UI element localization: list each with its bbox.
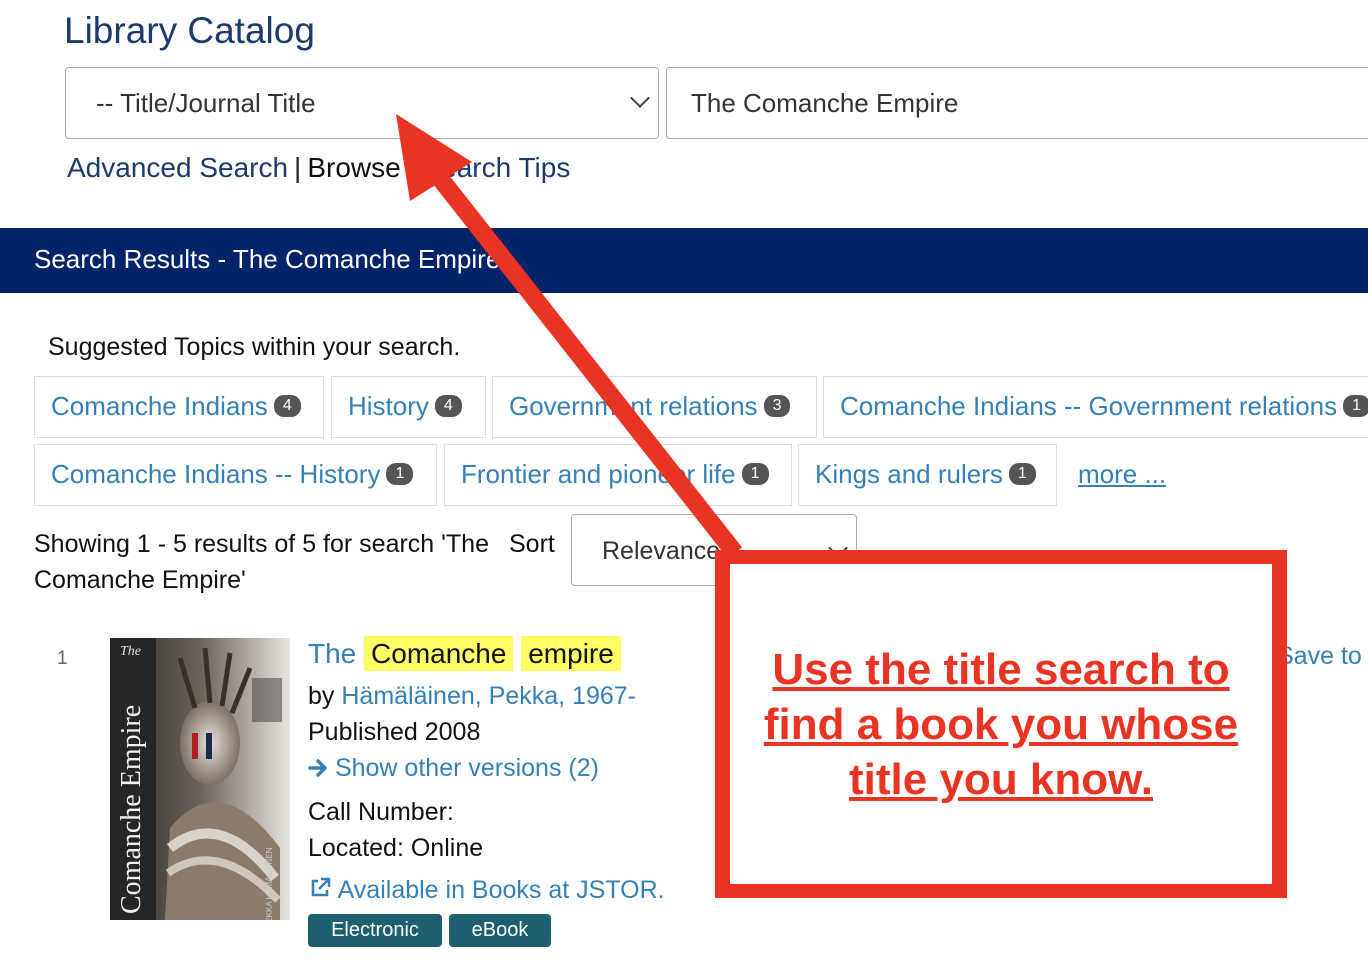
results-summary-line2: Comanche Empire' <box>34 566 246 594</box>
topic-comanche-government-relations[interactable]: Comanche Indians -- Government relations… <box>823 376 1368 438</box>
annotation-callout-inner: Use the title search to find a book you … <box>730 564 1272 884</box>
cover-author-text: PEKKA HÄMÄLAINEN <box>265 847 274 920</box>
cover-script-text: The <box>120 644 141 659</box>
cover-title: Comanche Empire <box>116 704 147 914</box>
topic-label: Government relations <box>509 391 758 421</box>
topic-history[interactable]: History 4 <box>331 376 486 438</box>
topic-comanche-history[interactable]: Comanche Indians -- History 1 <box>34 444 437 506</box>
topic-count-badge: 3 <box>763 395 791 418</box>
topic-label: Frontier and pioneer life <box>461 459 736 489</box>
search-type-value: -- Title/Journal Title <box>96 88 316 118</box>
more-topics-link[interactable]: more ... <box>1078 459 1166 490</box>
published-date: Published 2008 <box>308 718 481 746</box>
result-number: 1 <box>57 648 68 669</box>
results-header-text: Search Results - The Comanche Empire <box>34 244 501 274</box>
topic-label: Comanche Indians -- Government relations <box>840 391 1338 421</box>
search-type-select[interactable]: -- Title/Journal Title <box>65 67 659 139</box>
search-links: Advanced Search | Browse Search Tips <box>67 152 570 184</box>
author-line: by Hämäläinen, Pekka, 1967- <box>308 682 636 711</box>
topic-government-relations[interactable]: Government relations 3 <box>492 376 817 438</box>
highlighted-title-word: Comanche <box>364 636 514 671</box>
advanced-search-link[interactable]: Advanced Search <box>67 152 288 183</box>
cover-title-text: Comanche Empire <box>116 638 156 914</box>
annotation-callout-text: Use the title search to find a book you … <box>763 645 1239 804</box>
author-link[interactable]: Hämäläinen, Pekka, 1967- <box>341 682 636 710</box>
search-query-text: The Comanche Empire <box>691 88 959 118</box>
result-title-link[interactable]: The Comanche empire <box>308 636 621 671</box>
topic-count-badge: 1 <box>1343 395 1368 418</box>
save-to-list-link[interactable]: Save to L <box>1277 642 1368 671</box>
suggested-topics-heading: Suggested Topics within your search. <box>48 333 461 361</box>
results-summary: Showing 1 - 5 results of 5 for search 'T… <box>34 526 489 598</box>
topic-label: Comanche Indians -- History <box>51 459 381 489</box>
external-link-icon <box>311 877 331 897</box>
browse-link[interactable]: Browse <box>307 152 400 183</box>
call-number: Call Number: <box>308 798 454 826</box>
search-tips-link[interactable]: Search Tips <box>422 152 570 183</box>
title-word: The <box>308 638 357 669</box>
topic-label: History <box>348 391 429 421</box>
jstor-availability-link[interactable]: Available in Books at JSTOR. <box>308 876 665 905</box>
topic-label: Kings and rulers <box>815 459 1003 489</box>
topic-count-badge: 1 <box>386 463 414 486</box>
topic-count-badge: 1 <box>1008 463 1036 486</box>
topic-kings-rulers[interactable]: Kings and rulers 1 <box>798 444 1057 506</box>
topic-count-badge: 4 <box>273 395 301 418</box>
results-summary-line1: Showing 1 - 5 results of 5 for search 'T… <box>34 530 489 558</box>
highlighted-title-word: empire <box>521 636 621 671</box>
sort-value: Relevance <box>602 537 721 565</box>
sort-label: Sort <box>509 530 555 558</box>
arrow-right-icon <box>308 759 327 777</box>
book-cover-image[interactable]: Comanche Empire The PEKKA HÄMÄLAINEN <box>110 638 290 920</box>
topic-label: Comanche Indians <box>51 391 268 421</box>
search-input[interactable]: The Comanche Empire <box>666 67 1368 139</box>
other-versions-link[interactable]: Show other versions (2) <box>308 754 599 783</box>
topic-comanche-indians[interactable]: Comanche Indians 4 <box>34 376 324 438</box>
topic-count-badge: 4 <box>434 395 462 418</box>
other-versions-text: Show other versions (2) <box>334 754 599 782</box>
results-header-bar: Search Results - The Comanche Empire <box>0 228 1368 293</box>
annotation-callout-box: Use the title search to find a book you … <box>715 550 1287 898</box>
format-badge-electronic: Electronic <box>308 914 442 947</box>
by-label: by <box>308 682 335 710</box>
availability-text: Available in Books at JSTOR. <box>337 876 665 904</box>
location: Located: Online <box>308 834 484 862</box>
page-title: Library Catalog <box>64 10 315 51</box>
chevron-down-icon <box>630 88 650 108</box>
topic-count-badge: 1 <box>741 463 769 486</box>
topic-frontier-pioneer-life[interactable]: Frontier and pioneer life 1 <box>444 444 792 506</box>
link-separator: | <box>294 152 302 183</box>
format-badge-ebook: eBook <box>449 914 551 947</box>
